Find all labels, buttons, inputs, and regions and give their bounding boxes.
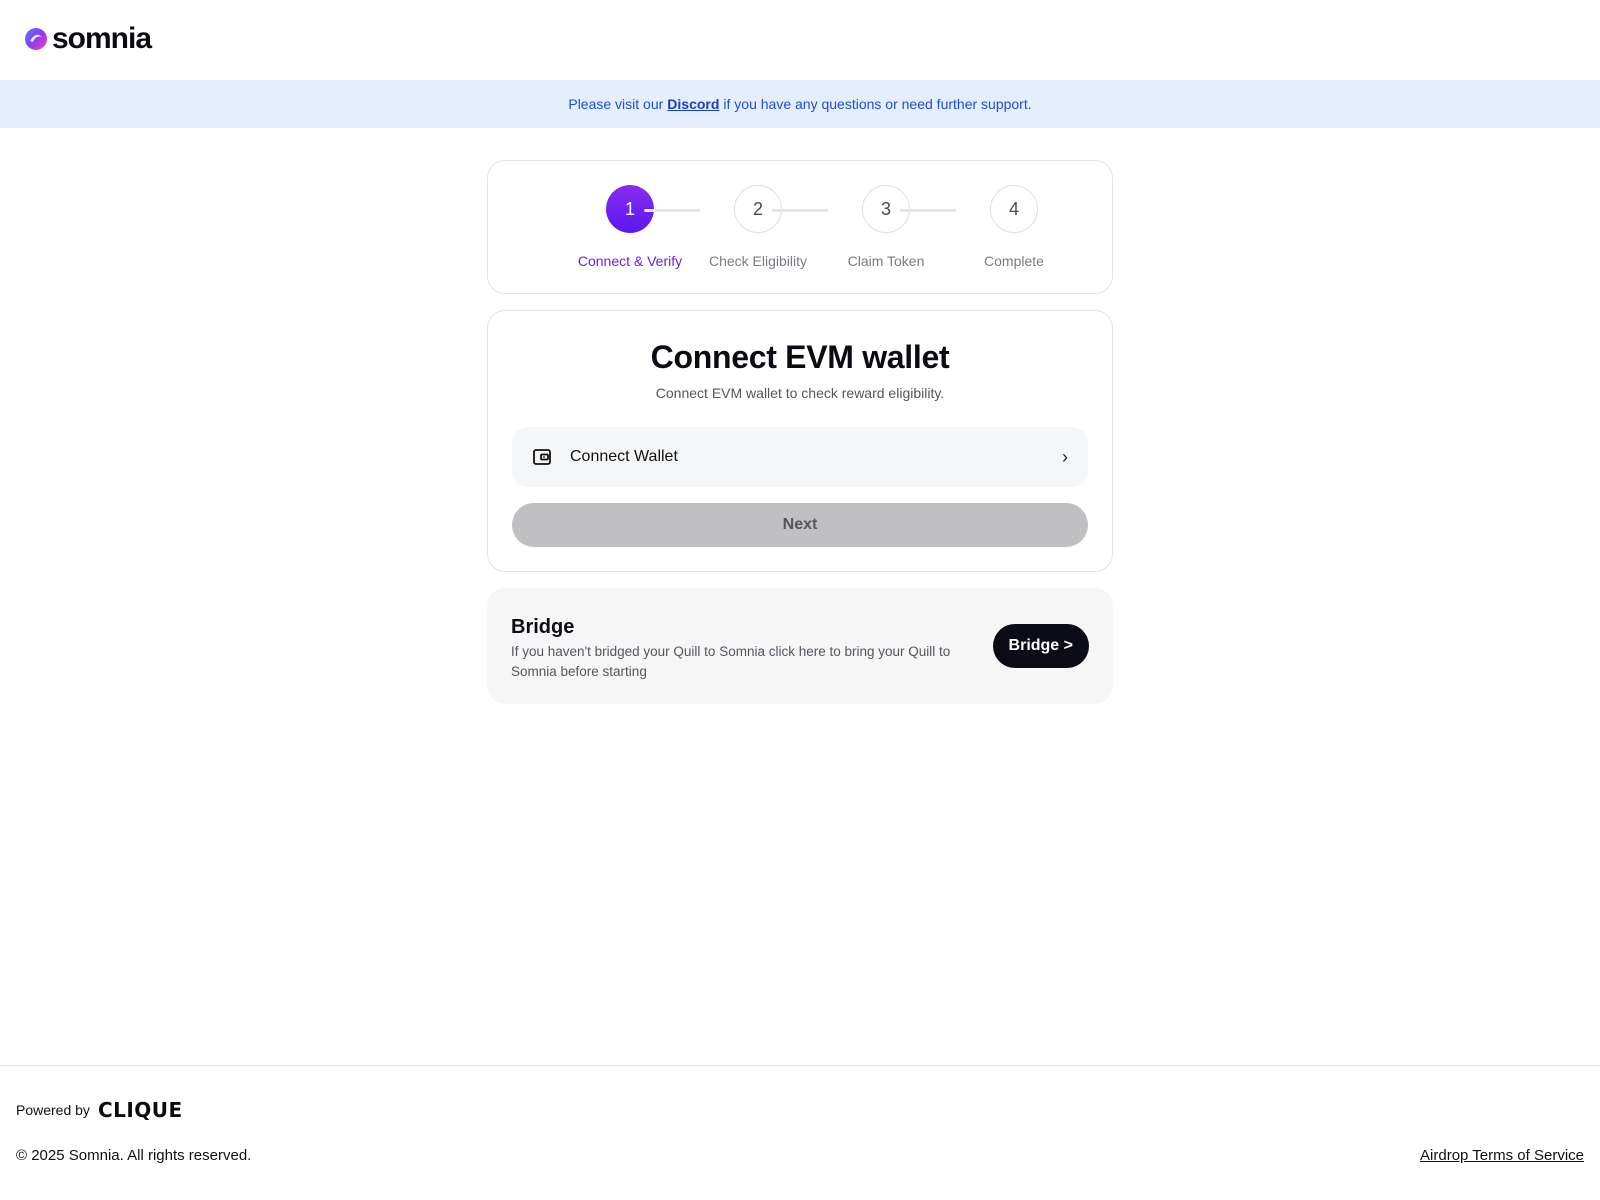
support-banner: Please visit our Discord if you have any… [0, 80, 1600, 128]
step-1-label: Connect & Verify [577, 253, 683, 269]
discord-link[interactable]: Discord [667, 96, 719, 112]
page-subtitle: Connect EVM wallet to check reward eligi… [655, 385, 945, 401]
bridge-card: Bridge If you haven't bridged your Quill… [487, 588, 1113, 704]
wallet-icon [533, 449, 551, 465]
connect-wallet-label: Connect Wallet [570, 448, 678, 465]
powered-by: Powered by CLIQUE [16, 1098, 183, 1122]
next-button[interactable]: Next [512, 503, 1088, 547]
step-4-circle: 4 [990, 185, 1038, 233]
step-3: 3 Claim Token [816, 185, 956, 269]
logo-text: somnia [52, 22, 152, 55]
somnia-logo-icon [25, 28, 47, 50]
banner-suffix: if you have any questions or need furthe… [723, 96, 1032, 112]
banner-prefix: Please visit our [568, 96, 664, 112]
bridge-button[interactable]: Bridge > [992, 624, 1089, 668]
clique-logo[interactable]: CLIQUE [98, 1098, 183, 1122]
step-1: 1 Connect & Verify [560, 185, 700, 269]
copyright-text: © 2025 Somnia. All rights reserved. [16, 1147, 252, 1164]
chevron-right-icon: › [1062, 446, 1068, 467]
terms-link[interactable]: Airdrop Terms of Service [1420, 1147, 1584, 1164]
step-2-label: Check Eligibility [708, 253, 808, 269]
step-3-label: Claim Token [847, 253, 925, 269]
connect-wallet-button[interactable]: Connect Wallet › [512, 427, 1088, 487]
bridge-description: If you haven't bridged your Quill to Som… [511, 644, 951, 679]
connect-wallet-card: Connect EVM wallet Connect EVM wallet to… [487, 310, 1113, 572]
stepper-card: 1 Connect & Verify 2 Check Eligibility 3… [487, 160, 1113, 294]
footer-divider [0, 1065, 1600, 1066]
step-4-label: Complete [984, 253, 1044, 269]
bridge-title: Bridge [511, 616, 575, 638]
step-4: 4 Complete [944, 185, 1084, 269]
header: somnia [0, 0, 1600, 80]
somnia-logo[interactable]: somnia [24, 22, 152, 55]
step-2: 2 Check Eligibility [688, 185, 828, 269]
powered-by-label: Powered by [16, 1102, 90, 1118]
page-title: Connect EVM wallet [650, 339, 950, 375]
